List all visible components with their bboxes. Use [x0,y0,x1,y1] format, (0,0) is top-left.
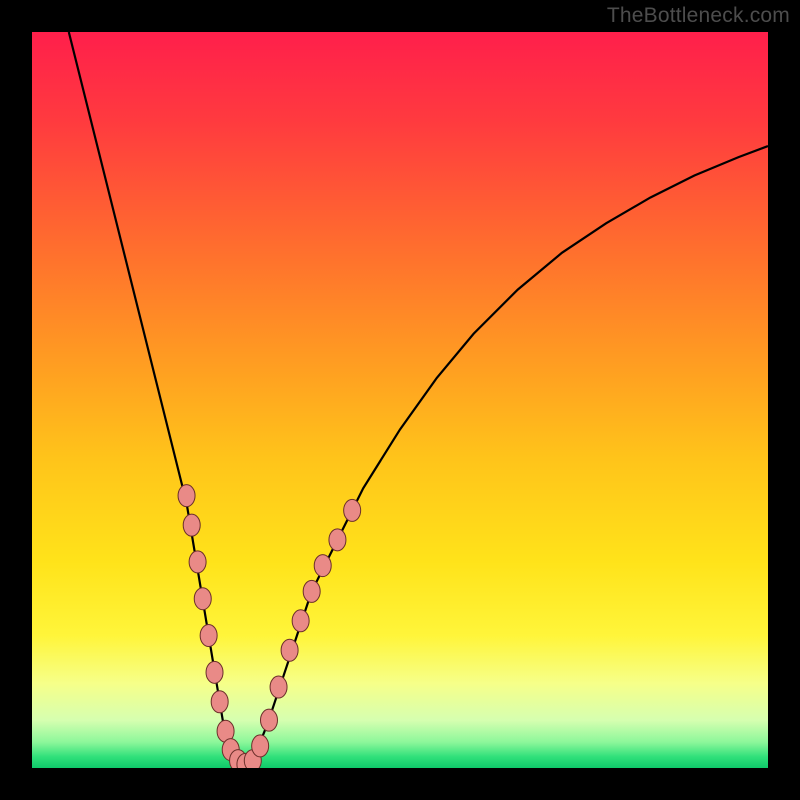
curve-marker [206,661,223,683]
curve-marker [211,691,228,713]
curve-marker [178,485,195,507]
gradient-background [32,32,768,768]
curve-marker [260,709,277,731]
plot-area [32,32,768,768]
chart-svg [32,32,768,768]
curve-marker [281,639,298,661]
curve-marker [183,514,200,536]
curve-marker [329,529,346,551]
curve-marker [303,580,320,602]
curve-marker [292,610,309,632]
curve-marker [200,625,217,647]
watermark-text: TheBottleneck.com [607,4,790,28]
chart-frame: TheBottleneck.com [0,0,800,800]
curve-marker [314,555,331,577]
curve-marker [194,588,211,610]
curve-marker [344,499,361,521]
curve-marker [270,676,287,698]
curve-marker [189,551,206,573]
curve-marker [252,735,269,757]
